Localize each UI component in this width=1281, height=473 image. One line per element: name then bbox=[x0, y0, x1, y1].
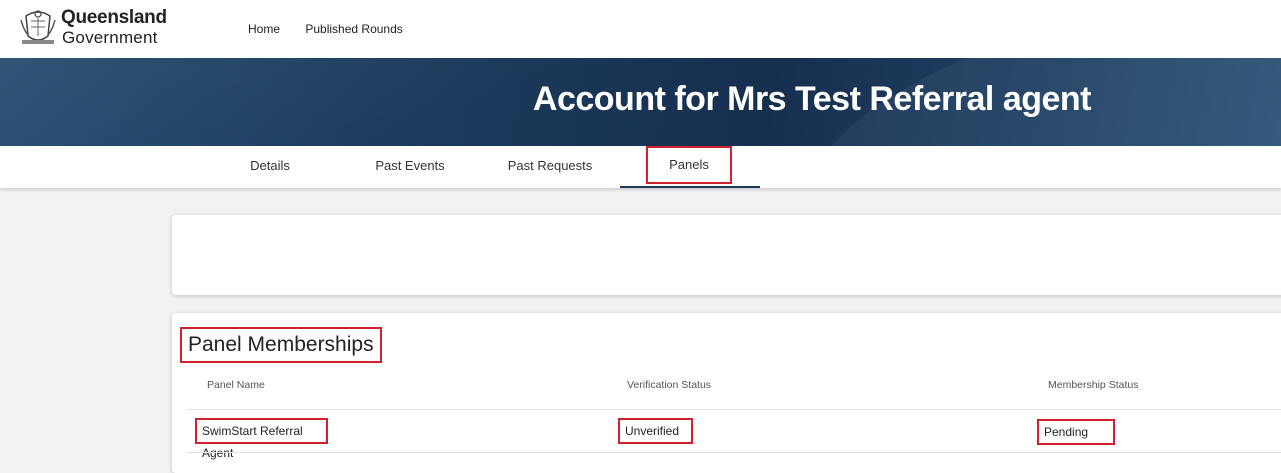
tab-past-requests[interactable]: Past Requests bbox=[490, 146, 610, 188]
column-header-panel-name: Panel Name bbox=[207, 379, 265, 391]
page-title: Account for Mrs Test Referral agent bbox=[532, 80, 1092, 118]
cell-panel-name: SwimStart Referral Agent bbox=[195, 418, 328, 460]
main-nav: Home Published Rounds bbox=[248, 22, 425, 36]
tab-details[interactable]: Details bbox=[230, 146, 310, 188]
logo-text-government: Government bbox=[62, 28, 158, 47]
nav-home-link[interactable]: Home bbox=[248, 22, 280, 36]
page-banner: Account for Mrs Test Referral agent bbox=[0, 58, 1281, 146]
tab-past-events[interactable]: Past Events bbox=[360, 146, 460, 188]
empty-card bbox=[172, 215, 1281, 295]
column-header-membership-status: Membership Status bbox=[1048, 379, 1139, 391]
cell-membership-status: Pending bbox=[1037, 419, 1115, 445]
account-tabs: Details Past Events Past Requests Panels bbox=[0, 146, 1281, 188]
nav-published-rounds-link[interactable]: Published Rounds bbox=[305, 22, 402, 36]
logo-text-queensland: Queensland bbox=[61, 7, 167, 28]
table-row-divider bbox=[186, 452, 1281, 453]
cell-verification-status: Unverified bbox=[618, 418, 693, 444]
qld-government-logo[interactable]: Queensland Government bbox=[18, 6, 168, 54]
coat-of-arms-icon bbox=[19, 8, 57, 46]
panel-memberships-card: Panel Memberships Panel Name Verificatio… bbox=[172, 313, 1281, 473]
panel-memberships-heading: Panel Memberships bbox=[180, 327, 382, 363]
table-header-divider bbox=[186, 409, 1281, 410]
tab-panels-label: Panels bbox=[646, 146, 732, 184]
top-header: Queensland Government Home Published Rou… bbox=[0, 0, 1281, 58]
column-header-verification-status: Verification Status bbox=[627, 379, 712, 391]
tab-panels[interactable]: Panels bbox=[620, 146, 760, 188]
